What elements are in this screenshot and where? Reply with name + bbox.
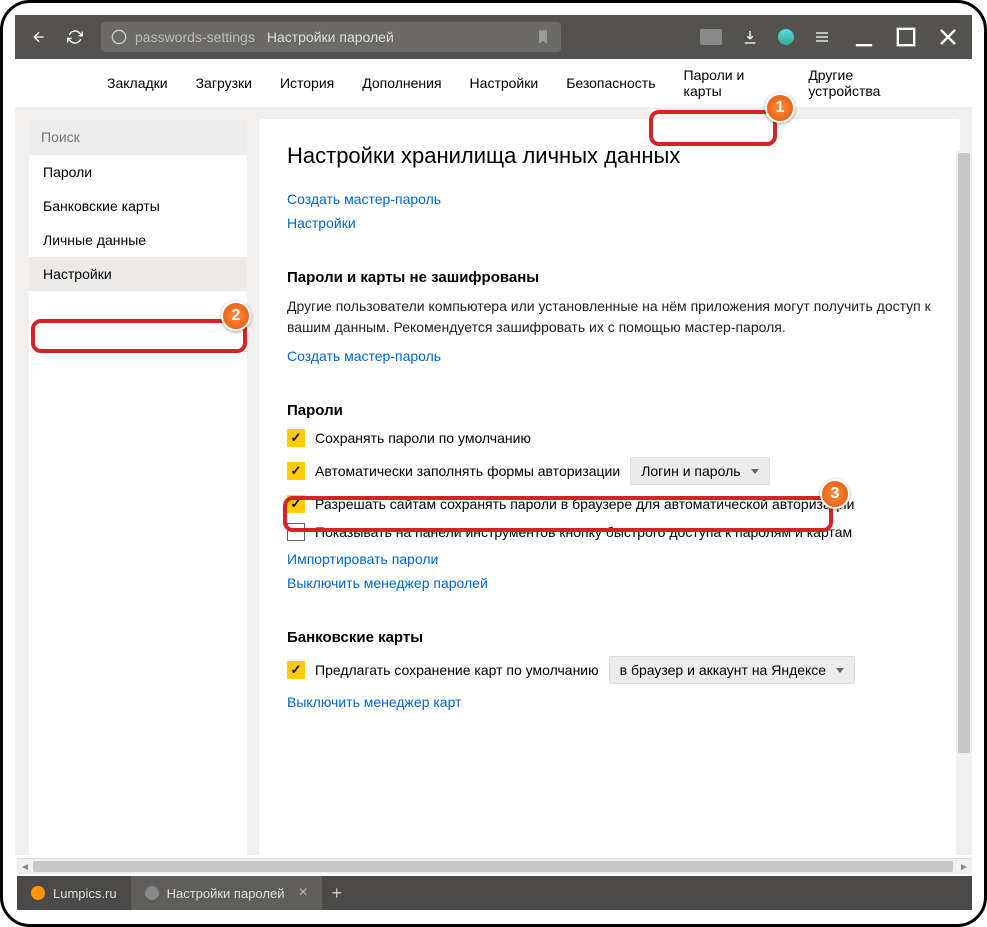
tab-bar: Lumpics.ru Настройки паролей × + (17, 876, 972, 910)
sidebar-item-settings[interactable]: Настройки (29, 257, 247, 291)
top-nav: Закладки Загрузки История Дополнения Нас… (15, 59, 972, 107)
reload-button[interactable] (61, 23, 89, 51)
topnav-history[interactable]: История (278, 71, 336, 95)
menu-button[interactable] (808, 23, 836, 51)
address-title: Настройки паролей (267, 29, 394, 45)
sidebar-search[interactable] (29, 119, 247, 155)
extension-icon[interactable] (700, 29, 722, 45)
link-import-passwords[interactable]: Импортировать пароли (287, 551, 438, 567)
address-url: passwords-settings (135, 29, 255, 45)
checkbox-save-passwords[interactable] (287, 429, 305, 447)
topnav-settings[interactable]: Настройки (468, 71, 541, 95)
sidebar-item-cards[interactable]: Банковские карты (29, 189, 247, 223)
main-panel: Настройки хранилища личных данных Создат… (259, 119, 960, 855)
downloads-button[interactable] (736, 23, 764, 51)
vertical-scroll-thumb[interactable] (958, 153, 970, 753)
topnav-security[interactable]: Безопасность (564, 71, 657, 95)
topnav-downloads[interactable]: Загрузки (194, 71, 254, 95)
sidebar: Пароли Банковские карты Личные данные На… (29, 119, 247, 855)
hscroll-right-arrow[interactable]: ► (956, 859, 972, 875)
topnav-passwords-cards[interactable]: Пароли и карты (682, 63, 783, 103)
page-heading: Настройки хранилища личных данных (287, 143, 932, 169)
close-button[interactable] (934, 23, 962, 51)
link-create-master-2[interactable]: Создать мастер-пароль (287, 348, 441, 364)
vertical-scrollbar[interactable] (956, 151, 972, 855)
new-tab-button[interactable]: + (322, 883, 352, 904)
cards-section-title: Банковские карты (287, 629, 932, 646)
site-icon (111, 29, 127, 45)
checkbox-save-cards[interactable] (287, 661, 305, 679)
horizontal-scrollbar[interactable]: ◄ ► (17, 858, 972, 874)
tab-close-icon[interactable]: × (298, 884, 307, 902)
address-bar[interactable]: passwords-settings Настройки паролей (101, 22, 561, 52)
tab-lumpics[interactable]: Lumpics.ru (17, 876, 131, 910)
label-allow-sites: Разрешать сайтам сохранять пароли в брау… (315, 496, 854, 512)
dropdown-cards-mode[interactable]: в браузер и аккаунт на Яндексе (609, 656, 855, 684)
content-area: Пароли Банковские карты Личные данные На… (15, 107, 972, 855)
tab-label: Lumpics.ru (53, 886, 117, 901)
label-save-passwords: Сохранять пароли по умолчанию (315, 430, 531, 446)
label-toolbar-button: Показывать на панели инструментов кнопку… (315, 524, 852, 540)
back-button[interactable] (25, 23, 53, 51)
tab-label: Настройки паролей (167, 886, 285, 901)
tab-favicon-icon (31, 886, 45, 900)
minimize-button[interactable] (850, 23, 878, 51)
checkbox-allow-sites[interactable] (287, 495, 305, 513)
sidebar-item-personal[interactable]: Личные данные (29, 223, 247, 257)
titlebar: passwords-settings Настройки паролей (15, 15, 972, 59)
label-autofill: Автоматически заполнять формы авторизаци… (315, 463, 620, 479)
link-disable-pwmgr[interactable]: Выключить менеджер паролей (287, 575, 488, 591)
topnav-bookmarks[interactable]: Закладки (105, 71, 170, 95)
maximize-button[interactable] (892, 23, 920, 51)
encrypt-desc: Другие пользователи компьютера или устан… (287, 296, 932, 338)
topnav-other-devices[interactable]: Другие устройства (806, 63, 924, 103)
encrypt-title: Пароли и карты не зашифрованы (287, 269, 932, 286)
topnav-addons[interactable]: Дополнения (360, 71, 443, 95)
tab-passwords-settings[interactable]: Настройки паролей × (131, 876, 322, 910)
passwords-section-title: Пароли (287, 402, 932, 419)
horizontal-scroll-thumb[interactable] (33, 861, 953, 872)
link-disable-cardmgr[interactable]: Выключить менеджер карт (287, 694, 461, 710)
hscroll-left-arrow[interactable]: ◄ (17, 859, 33, 875)
weather-icon[interactable] (778, 29, 794, 45)
sidebar-item-passwords[interactable]: Пароли (29, 155, 247, 189)
link-create-master[interactable]: Создать мастер-пароль (287, 191, 441, 207)
tab-favicon-icon (145, 886, 159, 900)
bookmark-icon[interactable] (535, 29, 551, 45)
dropdown-autofill-mode[interactable]: Логин и пароль (630, 457, 769, 485)
checkbox-toolbar-button[interactable] (287, 523, 305, 541)
checkbox-autofill[interactable] (287, 462, 305, 480)
label-save-cards: Предлагать сохранение карт по умолчанию (315, 662, 599, 678)
link-settings[interactable]: Настройки (287, 215, 356, 231)
